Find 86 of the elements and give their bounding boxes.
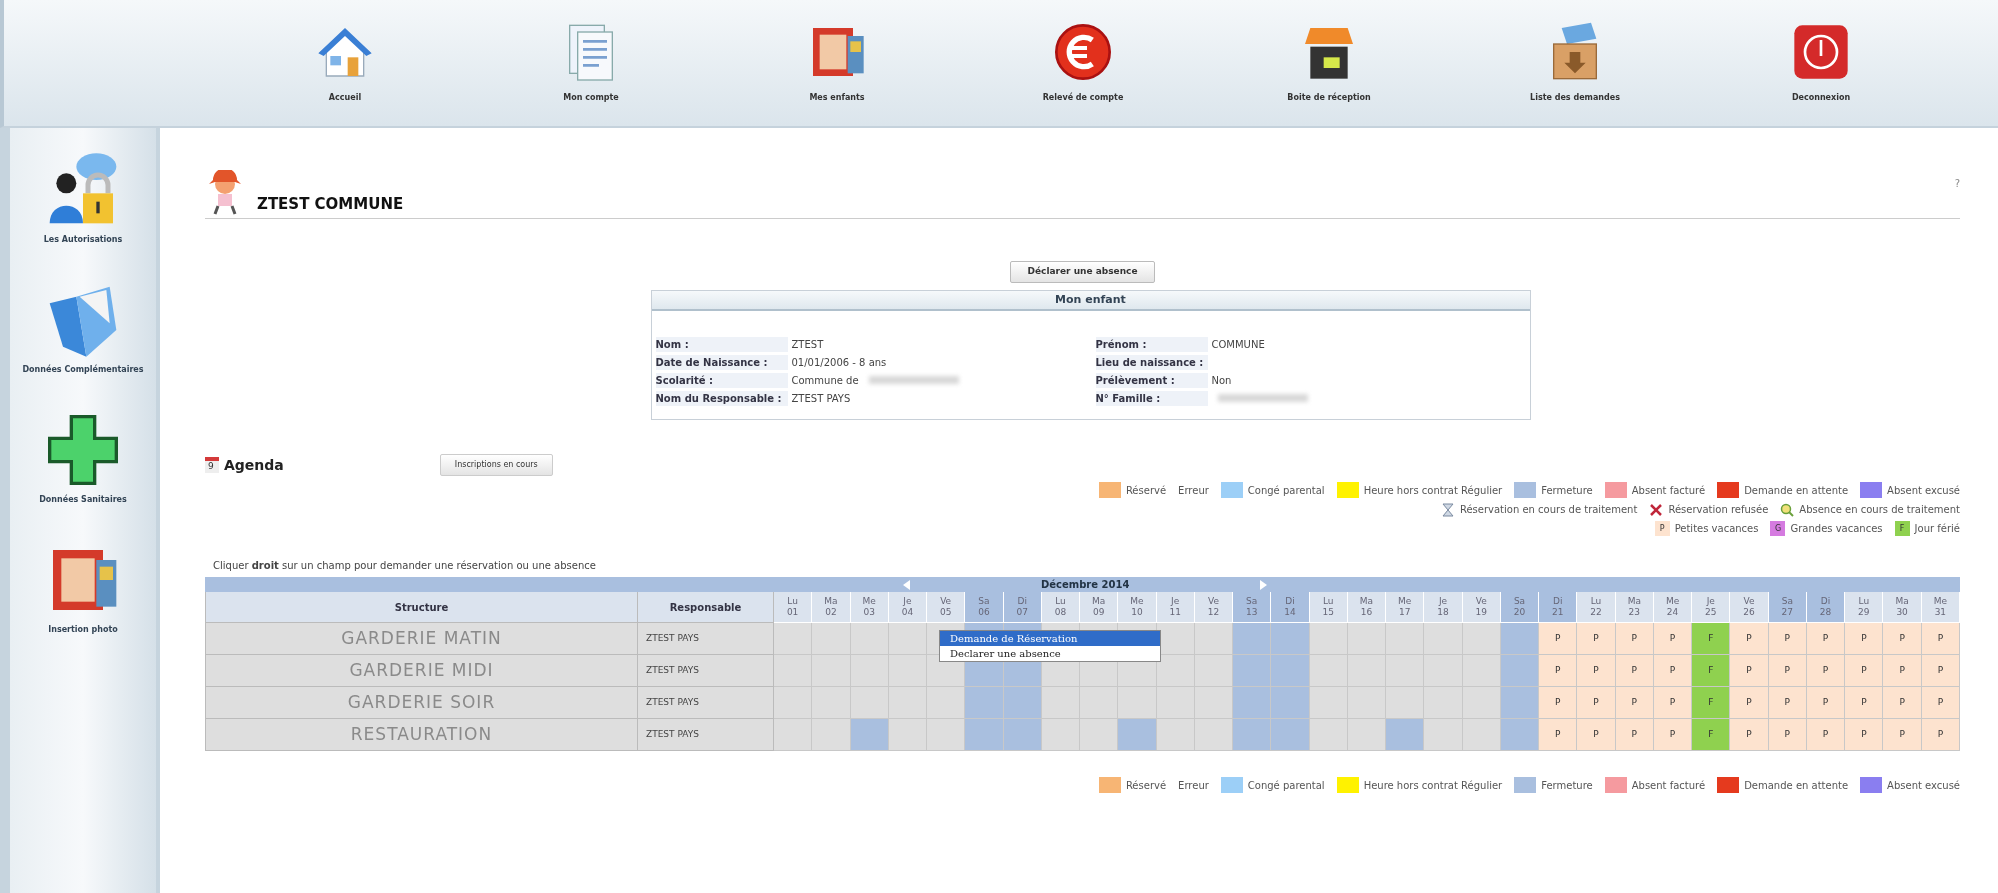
day-header: Je 11 bbox=[1156, 592, 1195, 623]
month-label: Décembre 2014 bbox=[1041, 578, 1130, 592]
legend-label: Réservation en cours de traitement bbox=[1459, 503, 1638, 517]
field-value: Commune de bbox=[791, 373, 859, 388]
structure-cell: GARDERIE MIDI bbox=[206, 655, 638, 687]
field-label: Prénom : bbox=[1095, 336, 1208, 352]
day-header: Ma 16 bbox=[1347, 592, 1387, 623]
agenda-title: Agenda bbox=[224, 455, 284, 475]
field-value: Non bbox=[1211, 373, 1232, 388]
day-header: Lu 15 bbox=[1309, 592, 1348, 623]
legend-label: Jour férié bbox=[1914, 522, 1960, 536]
day-header: Me 24 bbox=[1653, 592, 1693, 623]
responsable-cell: ZTEST PAYS bbox=[638, 655, 774, 687]
legend-label: Grandes vacances bbox=[1790, 522, 1883, 536]
legend-label: Absence en cours de traitement bbox=[1799, 503, 1960, 517]
day-header: Je 25 bbox=[1692, 592, 1731, 623]
day-header: Sa 27 bbox=[1768, 592, 1807, 623]
day-header: Je 04 bbox=[888, 592, 928, 623]
instruction-text: Cliquer droit sur un champ pour demander une réservation ou une absence bbox=[213, 559, 597, 573]
responsable-cell: ZTEST PAYS bbox=[638, 687, 774, 719]
legend-label: Heure hors contrat Régulier bbox=[1363, 483, 1503, 498]
legend-label: Demande en attente bbox=[1744, 778, 1849, 793]
day-header: Lu 29 bbox=[1845, 592, 1884, 623]
legend-label: Absent excusé bbox=[1887, 483, 1960, 498]
legend-label: Absent facturé bbox=[1631, 778, 1706, 793]
legend-badge: F bbox=[1894, 521, 1910, 536]
day-header: Je 18 bbox=[1424, 592, 1463, 623]
column-header: Responsable bbox=[638, 592, 774, 623]
child-name-title: ZTEST COMMUNE bbox=[257, 193, 404, 215]
day-header: Lu 01 bbox=[774, 592, 813, 623]
day-header: Ve 05 bbox=[927, 592, 966, 623]
legend-label: Réservé bbox=[1125, 483, 1167, 498]
structure-cell: GARDERIE MATIN bbox=[206, 623, 638, 655]
day-header: Me 17 bbox=[1386, 592, 1425, 623]
day-header: Sa 06 bbox=[965, 592, 1004, 623]
structure-cell: RESTAURATION bbox=[206, 719, 638, 751]
day-header: Ve 19 bbox=[1462, 592, 1501, 623]
legend-label: Fermeture bbox=[1541, 483, 1593, 498]
field-label: Nom : bbox=[655, 336, 788, 352]
legend-label: Heure hors contrat Régulier bbox=[1363, 778, 1503, 793]
legend-label: Congé parental bbox=[1247, 778, 1325, 793]
day-header: Di 14 bbox=[1271, 592, 1310, 623]
field-label: Date de Naissance : bbox=[655, 354, 788, 370]
legend-badge: G bbox=[1770, 521, 1786, 536]
legend-label: Petites vacances bbox=[1674, 522, 1759, 536]
day-header: Ve 12 bbox=[1194, 592, 1234, 623]
field-label: Nom du Responsable : bbox=[655, 390, 788, 406]
field-label: N° Famille : bbox=[1095, 390, 1208, 406]
legend-label: Demande en attente bbox=[1744, 483, 1849, 498]
day-header: Ma 30 bbox=[1883, 592, 1922, 623]
column-header: Structure bbox=[206, 592, 638, 623]
day-header: Lu 08 bbox=[1041, 592, 1081, 623]
day-header: Sa 13 bbox=[1233, 592, 1272, 623]
legend-label: Absent excusé bbox=[1887, 778, 1960, 793]
responsable-cell: ZTEST PAYS bbox=[638, 623, 774, 655]
day-header: Sa 20 bbox=[1500, 592, 1540, 623]
legend-badge: P bbox=[1654, 521, 1670, 536]
legend-label: Erreur bbox=[1178, 778, 1209, 793]
day-header: Di 07 bbox=[1003, 592, 1042, 623]
legend-label: Congé parental bbox=[1247, 483, 1325, 498]
field-value: ZTEST bbox=[791, 337, 824, 352]
day-header: Ma 02 bbox=[812, 592, 851, 623]
panel-title: Mon enfant bbox=[1055, 291, 1126, 308]
legend-label: Réservation refusée bbox=[1668, 503, 1769, 517]
field-label: Prélèvement : bbox=[1095, 372, 1208, 388]
day-header: Me 03 bbox=[850, 592, 889, 623]
day-header: Di 28 bbox=[1806, 592, 1846, 623]
legend-label: Fermeture bbox=[1541, 778, 1593, 793]
day-header: Ve 26 bbox=[1730, 592, 1769, 623]
field-value: ZTEST PAYS bbox=[791, 391, 851, 406]
day-header: Ma 09 bbox=[1080, 592, 1119, 623]
field-value: 01/01/2006 - 8 ans bbox=[791, 355, 887, 370]
legend-label: Erreur bbox=[1178, 483, 1209, 498]
legend-label: Réservé bbox=[1125, 778, 1167, 793]
day-header: Me 10 bbox=[1118, 592, 1157, 623]
day-header: Lu 22 bbox=[1577, 592, 1616, 623]
field-label: Scolarité : bbox=[655, 372, 788, 388]
calendar-day-number: 9 bbox=[208, 460, 215, 474]
day-header: Ma 23 bbox=[1615, 592, 1654, 623]
day-header: Di 21 bbox=[1539, 592, 1578, 623]
day-header: Me 31 bbox=[1921, 592, 1960, 623]
field-label: Lieu de naissance : bbox=[1095, 354, 1208, 370]
field-value: COMMUNE bbox=[1211, 337, 1265, 352]
responsable-cell: ZTEST PAYS bbox=[638, 719, 774, 751]
structure-cell: GARDERIE SOIR bbox=[206, 687, 638, 719]
legend-label: Absent facturé bbox=[1631, 483, 1706, 498]
